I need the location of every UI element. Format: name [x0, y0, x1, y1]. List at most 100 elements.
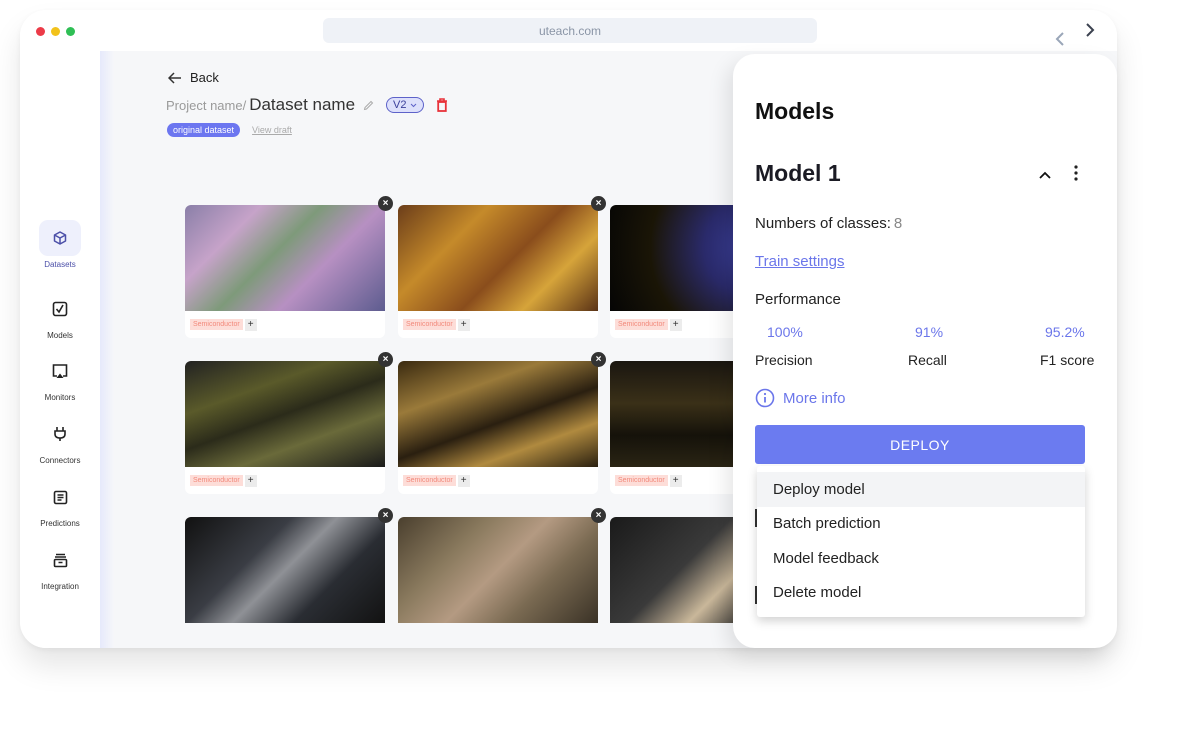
document-icon [53, 490, 67, 504]
dataset-name: Dataset name [249, 95, 356, 114]
card-footer: Semiconductor + [185, 311, 385, 338]
close-window-button[interactable] [36, 27, 45, 36]
card-footer: Semiconductor + [185, 467, 385, 494]
sidebar-item-label: Integration [41, 582, 79, 591]
checkbox-icon [52, 301, 68, 317]
more-info-label: More info [783, 389, 846, 407]
sidebar-item-predictions[interactable]: Predictions [20, 479, 100, 528]
add-tag-button[interactable]: + [669, 318, 682, 331]
add-tag-button[interactable]: + [457, 474, 470, 487]
monitor-icon [52, 364, 68, 378]
collapse-model-button[interactable] [1039, 166, 1051, 184]
add-tag-button[interactable]: + [457, 318, 470, 331]
classes-label: Numbers of classes: [755, 215, 891, 232]
menu-item-delete-model[interactable]: Delete model [757, 576, 1085, 611]
image-card[interactable]: × [398, 508, 606, 623]
url-bar[interactable]: uteach.com [323, 18, 817, 43]
sidebar-item-label: Monitors [44, 393, 76, 402]
view-draft-link[interactable]: View draft [252, 125, 292, 135]
image-thumbnail[interactable] [185, 361, 385, 467]
class-tag[interactable]: Semiconductor [403, 475, 456, 486]
deploy-dropdown-menu: Deploy model Batch prediction Model feed… [757, 466, 1085, 617]
image-card[interactable]: Semiconductor + × [185, 196, 393, 338]
trash-icon [436, 98, 447, 112]
add-tag-button[interactable]: + [244, 474, 257, 487]
image-card[interactable]: Semiconductor + × [185, 352, 393, 494]
image-card[interactable]: Semiconductor + × [398, 196, 606, 338]
sidebar-item-integration[interactable]: Integration [20, 542, 100, 591]
deploy-button[interactable]: DEPLOY [755, 425, 1085, 464]
browser-back-button[interactable] [1050, 29, 1070, 49]
minimize-window-button[interactable] [51, 27, 60, 36]
sidebar-item-models[interactable]: Models [20, 291, 100, 340]
sidebar-item-label: Datasets [44, 260, 76, 269]
panel-title: Models [755, 98, 835, 124]
image-card[interactable]: × [185, 508, 393, 623]
more-info-link[interactable]: More info [755, 388, 846, 408]
image-thumbnail[interactable] [398, 361, 598, 467]
sidebar-item-label: Predictions [40, 519, 80, 528]
image-thumbnail[interactable] [185, 517, 385, 623]
add-tag-button[interactable]: + [669, 474, 682, 487]
f1-score-value: 95.2% [1045, 324, 1085, 340]
class-tag[interactable]: Semiconductor [615, 475, 668, 486]
remove-image-button[interactable]: × [378, 352, 393, 367]
chevron-up-icon [1039, 171, 1051, 179]
archive-icon [53, 553, 67, 567]
sidebar-item-datasets[interactable]: Datasets [20, 220, 100, 269]
menu-item-model-feedback[interactable]: Model feedback [757, 541, 1085, 576]
classes-count: Numbers of classes: 8 [755, 215, 902, 232]
more-vertical-icon [1074, 165, 1078, 181]
precision-label: Precision [755, 352, 813, 368]
image-thumbnail[interactable] [398, 517, 598, 623]
card-footer: Semiconductor + [398, 467, 598, 494]
version-dropdown[interactable]: V2 [386, 97, 424, 113]
sidebar-divider [100, 51, 114, 648]
sidebar-item-connectors[interactable]: Connectors [20, 416, 100, 465]
class-tag[interactable]: Semiconductor [190, 475, 243, 486]
back-label: Back [190, 70, 219, 85]
cube-icon [53, 231, 67, 245]
breadcrumb: Project name/ Dataset name V2 [166, 95, 448, 115]
original-dataset-badge[interactable]: original dataset [167, 123, 241, 137]
class-tag[interactable]: Semiconductor [615, 319, 668, 330]
remove-image-button[interactable]: × [591, 352, 606, 367]
recall-value: 91% [915, 324, 944, 340]
plug-icon [54, 427, 66, 441]
train-settings-link[interactable]: Train settings [755, 253, 844, 270]
pencil-icon [363, 100, 374, 110]
project-name-link[interactable]: Project name/ [166, 98, 246, 113]
arrow-left-icon [168, 71, 181, 84]
menu-item-batch-prediction[interactable]: Batch prediction [757, 507, 1085, 542]
model-name: Model 1 [755, 160, 841, 186]
sidebar: Datasets Models Monitors Connectors Pred… [20, 51, 100, 648]
model-options-button[interactable] [1074, 165, 1078, 186]
dataset-tags: original dataset View draft [167, 123, 292, 137]
maximize-window-button[interactable] [66, 27, 75, 36]
precision-value: 100% [767, 324, 803, 340]
version-label: V2 [393, 99, 407, 111]
browser-titlebar: uteach.com [20, 10, 1117, 51]
sidebar-item-monitors[interactable]: Monitors [20, 353, 100, 402]
browser-forward-button[interactable] [1080, 20, 1100, 40]
classes-value: 8 [893, 215, 903, 232]
models-panel: Models Model 1 Numbers of classes: 8 Trai… [733, 54, 1117, 648]
image-card[interactable]: Semiconductor + × [398, 352, 606, 494]
edit-name-button[interactable] [363, 100, 374, 111]
remove-image-button[interactable]: × [378, 508, 393, 523]
menu-item-deploy-model[interactable]: Deploy model [757, 472, 1085, 507]
chevron-down-icon [410, 103, 416, 107]
remove-image-button[interactable]: × [378, 196, 393, 211]
class-tag[interactable]: Semiconductor [403, 319, 456, 330]
remove-image-button[interactable]: × [591, 196, 606, 211]
back-button[interactable]: Back [168, 70, 219, 85]
image-thumbnail[interactable] [185, 205, 385, 311]
recall-label: Recall [908, 352, 947, 368]
image-thumbnail[interactable] [398, 205, 598, 311]
delete-dataset-button[interactable] [436, 98, 448, 112]
add-tag-button[interactable]: + [244, 318, 257, 331]
class-tag[interactable]: Semiconductor [190, 319, 243, 330]
sidebar-item-label: Models [47, 331, 73, 340]
remove-image-button[interactable]: × [591, 508, 606, 523]
info-icon [755, 388, 775, 408]
